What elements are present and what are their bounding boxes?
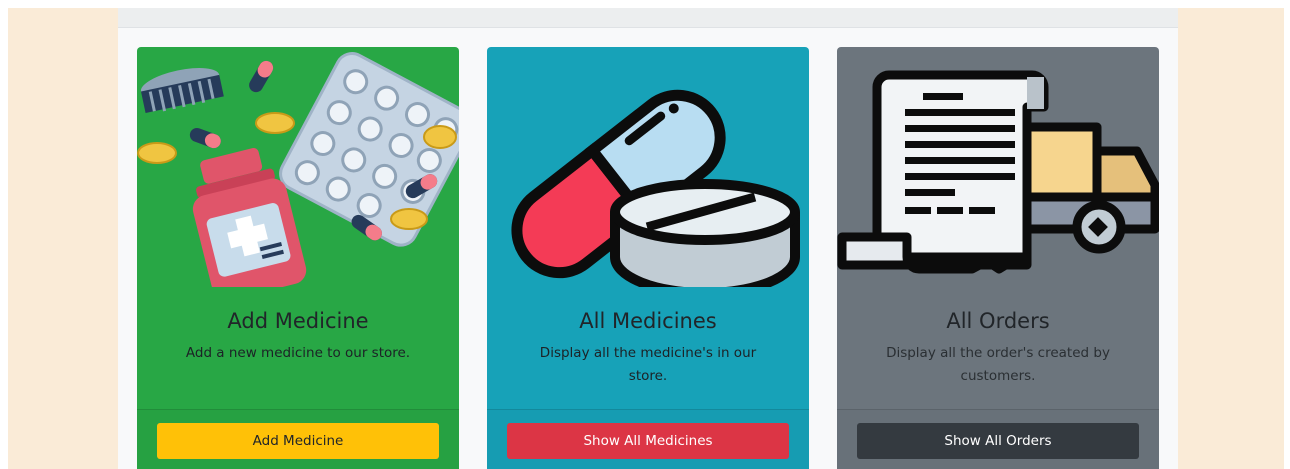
all-medicines-card: All Medicines Display all the medicine's…	[487, 47, 809, 469]
all-orders-card: All Orders Display all the order's creat…	[837, 47, 1159, 469]
medicines-illustration	[137, 52, 459, 287]
card-footer: Show All Orders	[837, 409, 1159, 469]
invoice-delivery-truck-icon	[837, 70, 1159, 274]
capsule-pill-icon	[511, 89, 800, 287]
add-medicine-card: Add Medicine Add a new medicine to our s…	[137, 47, 459, 469]
panel-header-strip	[118, 8, 1178, 28]
card-title: Add Medicine	[227, 309, 369, 333]
card-title: All Medicines	[579, 309, 717, 333]
card-title: All Orders	[946, 309, 1050, 333]
card-footer: Show All Medicines	[487, 409, 809, 469]
card-description: Add a new medicine to our store.	[185, 345, 411, 361]
card-footer: Add Medicine	[137, 409, 459, 469]
show-all-orders-button[interactable]: Show All Orders	[857, 423, 1139, 459]
show-all-medicines-button[interactable]: Show All Medicines	[507, 423, 789, 459]
card-description: Display all the order's created by custo…	[886, 345, 1110, 384]
card-description: Display all the medicine's in our store.	[539, 345, 757, 384]
add-medicine-button[interactable]: Add Medicine	[157, 423, 439, 459]
